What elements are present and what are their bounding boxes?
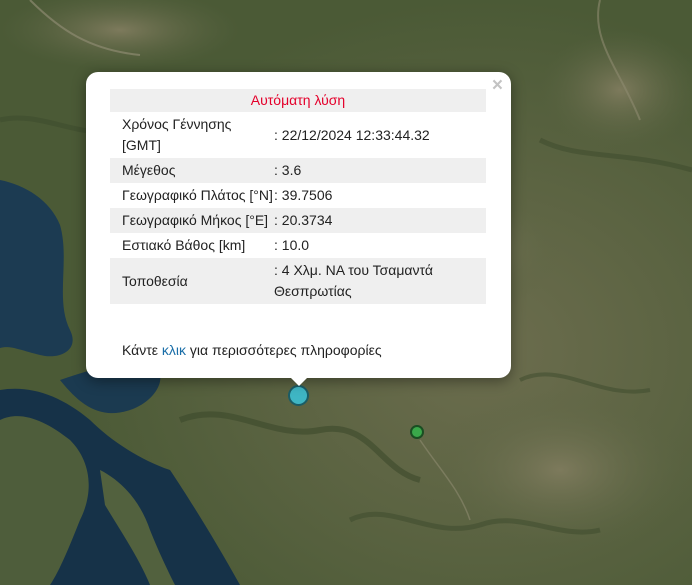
more-info-prefix: Κάντε (122, 342, 162, 358)
popup-tip (289, 376, 309, 386)
table-row: Τοποθεσία : 4 Χλμ. ΝΑ του Τσαμαντά Θεσπρ… (110, 258, 486, 304)
depth-label: Εστιακό Βάθος [km] (122, 237, 246, 253)
table-row: Μέγεθος : 3.6 (110, 158, 486, 183)
table-row: Εστιακό Βάθος [km] : 10.0 (110, 233, 486, 258)
more-info-text: Κάντε κλικ για περισσότερες πληροφορίες (122, 342, 382, 358)
table-row: Γεωγραφικό Πλάτος [°N] : 39.7506 (110, 183, 486, 208)
origin-time-label: Χρόνος Γέννησης [GMT] (122, 116, 232, 153)
earthquake-popup: × Αυτόματη λύση Χρόνος Γέννησης [GMT] : … (86, 72, 511, 378)
earthquake-details-table: Αυτόματη λύση Χρόνος Γέννησης [GMT] : 22… (110, 89, 486, 304)
earthquake-marker[interactable] (410, 425, 424, 439)
longitude-label: Γεωγραφικό Μήκος [°E] (110, 208, 274, 233)
more-info-suffix: για περισσότερες πληροφορίες (186, 342, 382, 358)
table-row: Χρόνος Γέννησης [GMT] : 22/12/2024 12:33… (110, 112, 486, 158)
magnitude-value: : 3.6 (274, 158, 486, 183)
table-row: Γεωγραφικό Μήκος [°E] : 20.3734 (110, 208, 486, 233)
longitude-value: : 20.3734 (274, 208, 486, 233)
depth-value: : 10.0 (274, 237, 310, 253)
close-icon[interactable]: × (492, 76, 503, 96)
magnitude-label: Μέγεθος (110, 158, 274, 183)
more-info-link[interactable]: κλικ (162, 342, 186, 358)
latitude-value: : 39.7506 (274, 187, 333, 203)
satellite-map[interactable]: × Αυτόματη λύση Χρόνος Γέννησης [GMT] : … (0, 0, 692, 585)
popup-title: Αυτόματη λύση (110, 89, 486, 112)
origin-time-value: : 22/12/2024 12:33:44.32 (274, 126, 430, 143)
location-label: Τοποθεσία (110, 258, 274, 304)
earthquake-marker-selected[interactable] (288, 385, 309, 406)
location-value: : 4 Χλμ. ΝΑ του Τσαμαντά Θεσπρωτίας (274, 258, 486, 304)
popup-title-row: Αυτόματη λύση (110, 89, 486, 112)
latitude-label: Γεωγραφικό Πλάτος [°N] (122, 187, 273, 203)
